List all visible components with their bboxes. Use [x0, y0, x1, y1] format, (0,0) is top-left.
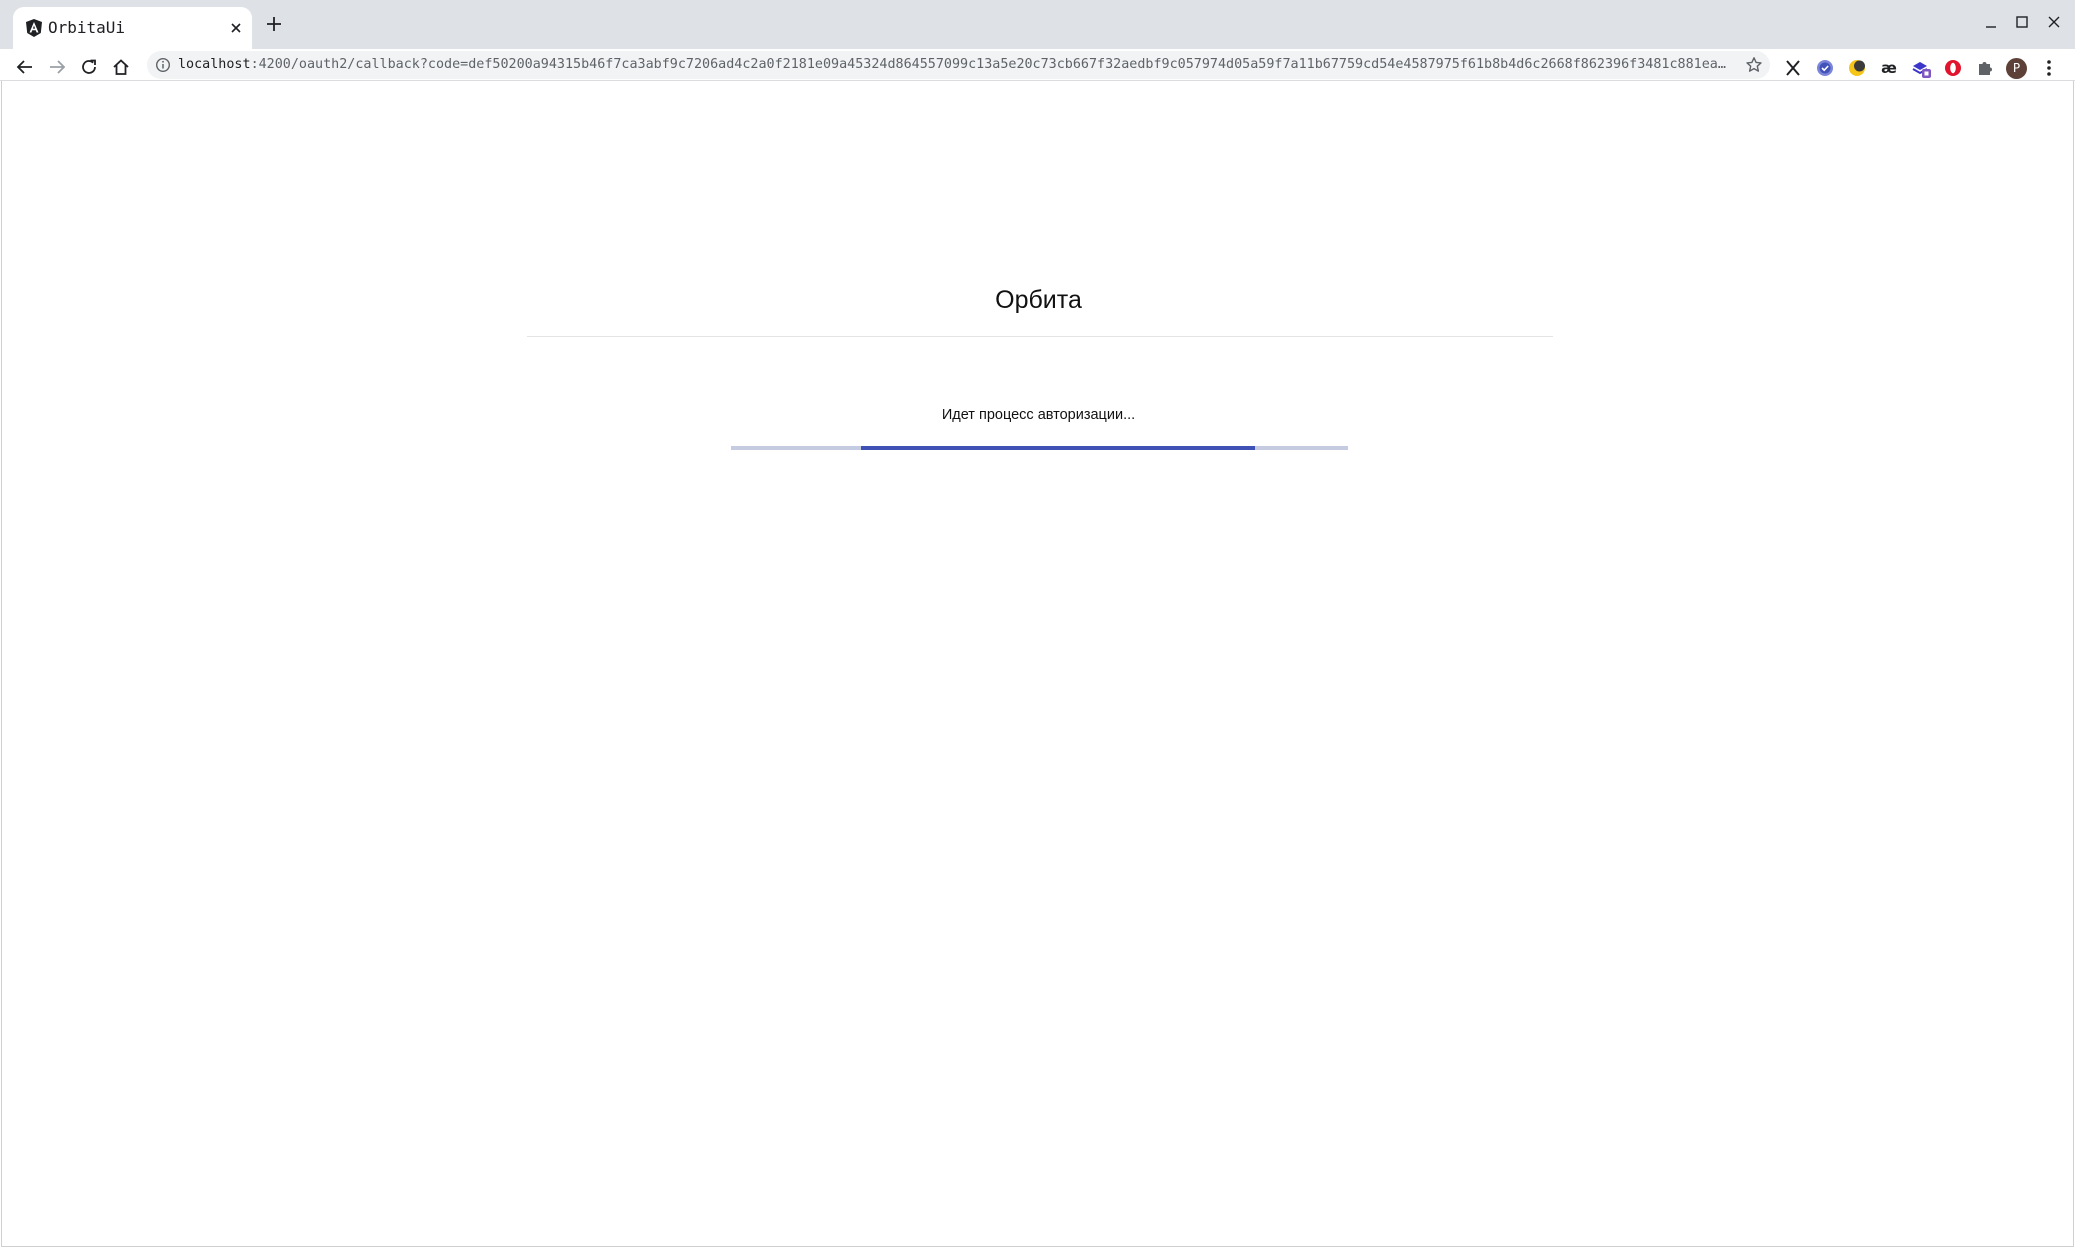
check-badge-icon[interactable] [1815, 58, 1835, 78]
svg-text:æ: æ [1881, 59, 1897, 77]
window-close-icon[interactable] [2044, 13, 2064, 33]
url-path: :4200/oauth2/callback?code=def50200a9431… [250, 57, 1733, 72]
url-host: localhost [178, 57, 251, 72]
profile-avatar[interactable]: P [2006, 58, 2027, 79]
bookmark-star-icon[interactable] [1745, 56, 1763, 74]
reload-icon[interactable] [80, 58, 98, 76]
maximize-icon[interactable] [2012, 13, 2032, 33]
tab-title: OrbitaUi [48, 18, 126, 37]
back-arrow-icon[interactable] [16, 58, 34, 76]
url-text[interactable]: localhost:4200/oauth2/callback?code=def5… [178, 55, 1733, 75]
x-icon[interactable] [1783, 58, 1803, 78]
moon-icon[interactable] [1847, 58, 1867, 78]
tab-strip: OrbitaUi [0, 0, 2075, 49]
forward-arrow-icon[interactable] [48, 58, 66, 76]
browser-toolbar: localhost:4200/oauth2/callback?code=def5… [0, 49, 2075, 81]
browser-tab[interactable]: OrbitaUi [13, 7, 252, 49]
info-icon[interactable] [155, 57, 171, 73]
progress-bar-track [731, 446, 1348, 450]
address-bar[interactable]: localhost:4200/oauth2/callback?code=def5… [147, 51, 1770, 79]
minimize-icon[interactable] [1981, 13, 2001, 33]
home-icon[interactable] [112, 58, 130, 76]
authorization-status-text: Идет процесс авторизации... [941, 407, 1136, 423]
progress-bar-fill [860, 446, 1256, 450]
stack-badge-icon[interactable] [1911, 58, 1931, 78]
page-content: Орбита Идет процесс авторизации... [1, 81, 2074, 1247]
app-title: Орбита [995, 286, 1082, 314]
opera-icon[interactable] [1943, 58, 1963, 78]
more-menu-icon[interactable] [2043, 58, 2055, 78]
title-divider [527, 336, 1553, 337]
angular-icon [26, 19, 42, 37]
close-icon[interactable] [229, 21, 243, 35]
puzzle-icon[interactable] [1975, 58, 1995, 78]
ae-icon[interactable]: æ [1879, 58, 1899, 78]
new-tab-button[interactable] [264, 14, 284, 34]
